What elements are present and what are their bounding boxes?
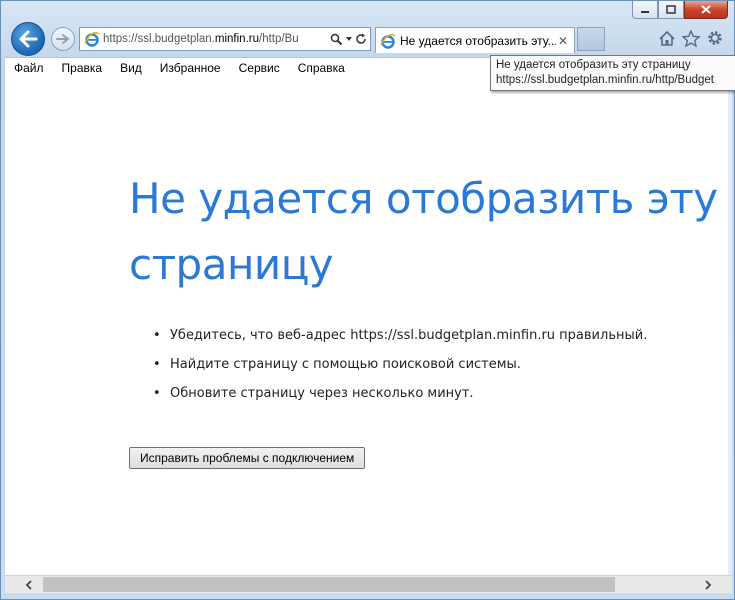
scroll-right-button[interactable]	[698, 576, 718, 593]
home-button[interactable]	[658, 29, 676, 47]
close-icon	[701, 5, 711, 14]
arrow-left-icon	[19, 30, 38, 48]
toolbar-icons	[658, 29, 724, 47]
menu-edit[interactable]: Правка	[53, 61, 112, 75]
browser-window: https://ssl.budgetplan.minfin.ru/http/Bu…	[0, 0, 735, 600]
ie-icon	[380, 33, 396, 49]
maximize-button[interactable]	[658, 1, 684, 19]
chevron-right-icon	[705, 579, 712, 590]
chevron-left-icon	[25, 579, 32, 590]
favorites-button[interactable]	[682, 29, 700, 47]
forward-button[interactable]	[51, 27, 75, 51]
scroll-left-button[interactable]	[19, 576, 39, 593]
tab-active[interactable]: Не удается отобразить эту... ✕	[375, 27, 575, 53]
tab-tooltip: Не удается отобразить эту страницу https…	[490, 55, 735, 91]
home-icon	[659, 30, 675, 46]
list-item: • Обновите страницу через несколько минут…	[153, 384, 647, 413]
url-domain: minfin.ru	[214, 33, 259, 45]
window-caption-buttons	[632, 1, 728, 19]
search-icon[interactable]	[330, 33, 343, 46]
address-bar[interactable]: https://ssl.budgetplan.minfin.ru/http/Bu	[79, 27, 371, 51]
menu-help[interactable]: Справка	[289, 61, 354, 75]
url-text[interactable]: https://ssl.budgetplan.minfin.ru/http/Bu	[103, 33, 330, 45]
tip-text: Убедитесь, что веб-адрес https://ssl.bud…	[170, 328, 648, 343]
close-button[interactable]	[684, 1, 728, 19]
settings-button[interactable]	[706, 29, 724, 47]
vertical-scroll-edge	[728, 78, 732, 575]
list-item: • Найдите страницу с помощью поисковой си…	[153, 355, 647, 384]
page-content: Не удается отобразить эту страницу • Убед…	[5, 78, 728, 575]
arrow-right-icon	[56, 34, 70, 44]
minimize-button[interactable]	[632, 1, 658, 19]
scroll-thumb[interactable]	[43, 577, 615, 592]
maximize-icon	[666, 5, 676, 14]
refresh-icon[interactable]	[355, 33, 367, 45]
menu-tools[interactable]: Сервис	[230, 61, 289, 75]
menu-favorites[interactable]: Избранное	[151, 61, 230, 75]
star-icon	[682, 29, 700, 47]
horizontal-scrollbar[interactable]	[5, 575, 732, 593]
minimize-icon	[641, 10, 649, 13]
url-prefix: https://ssl.budgetplan.	[103, 33, 215, 45]
bullet: •	[153, 386, 161, 401]
tab-title: Не удается отобразить эту...	[400, 33, 556, 48]
menu-file[interactable]: Файл	[5, 61, 53, 75]
bullet: •	[153, 328, 161, 343]
list-item: • Убедитесь, что веб-адрес https://ssl.bu…	[153, 326, 647, 355]
url-suffix: /http/Bu	[259, 33, 299, 45]
tooltip-title: Не удается отобразить эту страницу	[496, 59, 691, 71]
page-title: Не удается отобразить эту страницу	[129, 174, 718, 289]
address-tools	[330, 33, 370, 46]
tip-text: Обновите страницу через несколько минут.	[170, 386, 474, 401]
tab-close-icon[interactable]: ✕	[556, 34, 570, 48]
dropdown-arrow-icon[interactable]	[345, 35, 353, 43]
bullet: •	[153, 357, 161, 372]
ie-icon	[84, 31, 100, 47]
gear-icon	[708, 31, 722, 45]
new-tab-button[interactable]	[577, 27, 605, 51]
back-button[interactable]	[11, 22, 45, 56]
tooltip-url: https://ssl.budgetplan.minfin.ru/http/Bu…	[496, 74, 714, 86]
tips-list: • Убедитесь, что веб-адрес https://ssl.bu…	[153, 326, 647, 413]
tip-text: Найдите страницу с помощью поисковой сис…	[170, 357, 521, 372]
menu-view[interactable]: Вид	[111, 61, 151, 75]
fix-connection-button[interactable]: Исправить проблемы с подключением	[129, 447, 366, 469]
